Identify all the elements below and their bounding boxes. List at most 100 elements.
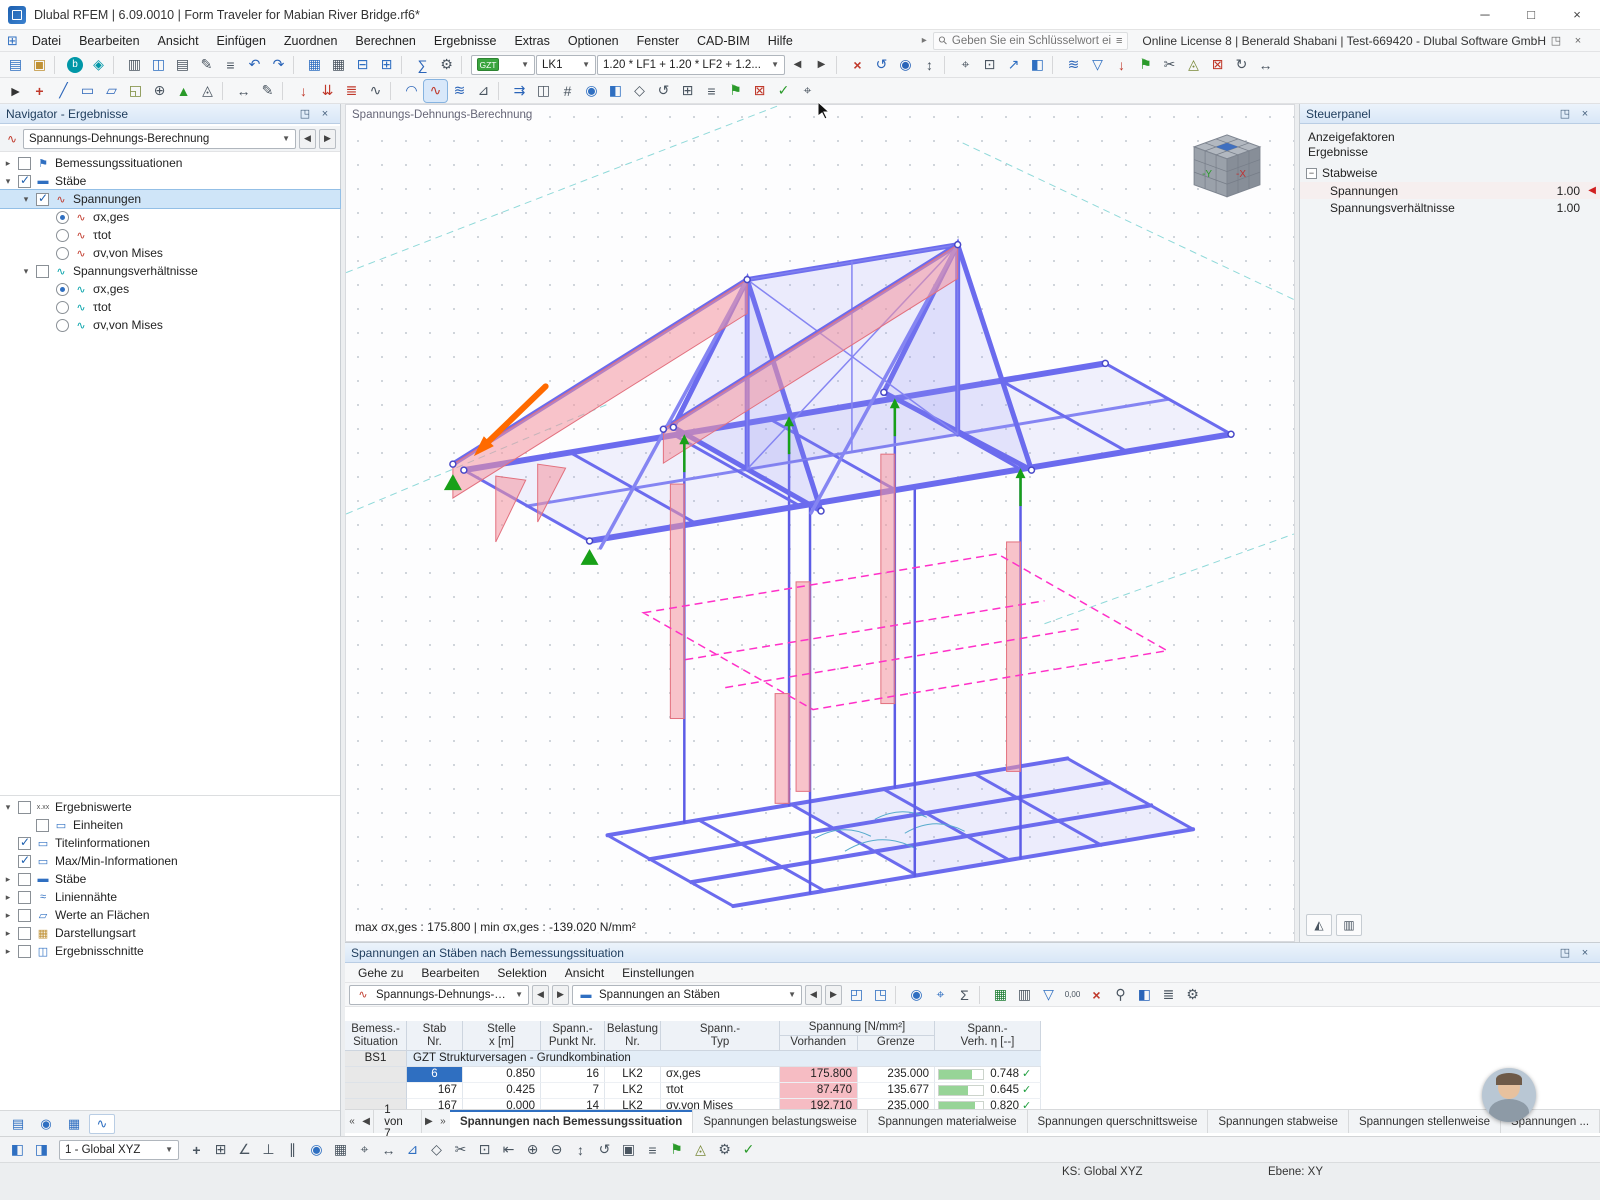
manage-windows-icon[interactable]: ⊟ <box>351 54 374 76</box>
snap-grid-icon[interactable]: ⊞ <box>209 1139 232 1161</box>
annotation-icon[interactable]: ✎ <box>256 80 279 102</box>
show-annotations-icon[interactable]: ⚑ <box>1134 54 1157 76</box>
table-menu-item[interactable]: Selektion <box>488 965 555 981</box>
navigator-tree-item[interactable]: ▸ ≈ Liniennähte <box>0 888 340 906</box>
bimcloud-icon[interactable]: b <box>67 57 83 73</box>
guide-objects-icon[interactable]: ⚑ <box>665 1139 688 1161</box>
navigator-tree-item[interactable]: ▭ Einheiten <box>0 816 340 834</box>
edit-icon[interactable]: ✎ <box>195 54 218 76</box>
navigator-tree-item[interactable]: ▸ ▦ Darstellungsart <box>0 924 340 942</box>
menu-item[interactable]: Datei <box>23 32 70 50</box>
mesh-icon[interactable]: ◬ <box>1182 54 1205 76</box>
table-category-combo[interactable]: ▬ Spannungen an Stäben ▼ <box>572 985 802 1005</box>
clipboard-icon[interactable]: ≡ <box>219 54 242 76</box>
insert-solid-icon[interactable]: ◱ <box>124 80 147 102</box>
grenze-cell[interactable]: 135.677 <box>858 1083 935 1099</box>
insert-surface-icon[interactable]: ▱ <box>100 80 123 102</box>
expander-icon[interactable]: ▾ <box>2 802 14 813</box>
insert-hinge-icon[interactable]: ◬ <box>196 80 219 102</box>
close-panel-icon[interactable]: × <box>1576 106 1594 122</box>
insert-opening-icon[interactable]: ⊕ <box>148 80 171 102</box>
panel-settings-icon[interactable]: ▥ <box>1336 914 1362 936</box>
table-tab[interactable]: Spannungen stellenweise <box>1349 1110 1501 1133</box>
stab-cell[interactable]: 167 <box>407 1083 463 1099</box>
pan-icon[interactable]: ↕ <box>569 1139 592 1161</box>
tables-icon[interactable]: ▦ <box>303 54 326 76</box>
insert-support-icon[interactable]: ▲ <box>172 80 195 102</box>
expander-icon[interactable]: ▸ <box>2 874 14 885</box>
new-window-icon[interactable]: ⊞ <box>375 54 398 76</box>
navigator-tree-item[interactable]: ▾ ▬ Stäbe <box>0 172 340 190</box>
navigator-tree-item[interactable]: ▸ ⚑ Bemessungssituationen <box>0 154 340 172</box>
find-in-model-icon[interactable]: ⌖ <box>929 984 952 1006</box>
close-document-icon[interactable]: × <box>1568 32 1588 50</box>
redo-icon[interactable]: ↷ <box>267 54 290 76</box>
tree-checkbox[interactable] <box>56 229 69 242</box>
work-plane-icon[interactable]: ⊿ <box>401 1139 424 1161</box>
navigator-tree-item[interactable]: ∿ σv,von Mises <box>0 316 340 334</box>
spannungstyp-cell[interactable]: σx,ges <box>661 1067 780 1083</box>
expander-icon[interactable]: ▸ <box>2 928 14 939</box>
rotate-model-icon[interactable]: ↺ <box>652 80 675 102</box>
navigator-tree-item[interactable]: ▾ ∿ Spannungen <box>0 190 340 208</box>
expander-icon[interactable]: ▸ <box>2 910 14 921</box>
table-menu-item[interactable]: Ansicht <box>556 965 613 981</box>
print-table-icon[interactable]: ▥ <box>1013 984 1036 1006</box>
guidelines-icon[interactable]: ↔ <box>377 1139 400 1161</box>
spannpunkt-cell[interactable]: 7 <box>541 1083 605 1099</box>
stelle-cell[interactable]: 0.425 <box>463 1083 541 1099</box>
tree-checkbox[interactable] <box>56 247 69 260</box>
verhaeltnis-cell[interactable]: 0.645 ✓ <box>935 1083 1041 1099</box>
design-situation-combo[interactable]: GZT ▼ <box>471 55 535 75</box>
spannpunkt-cell[interactable]: 16 <box>541 1067 605 1083</box>
grid-display-icon[interactable]: ▦ <box>329 1139 352 1161</box>
table-tab[interactable]: Spannungen belastungsweise <box>693 1110 867 1133</box>
table-menu-item[interactable]: Einstellungen <box>613 965 703 981</box>
navigator-tree-item[interactable]: ∿ τtot <box>0 226 340 244</box>
expander-icon[interactable]: ▾ <box>2 176 14 187</box>
minimize-button[interactable]: ─ <box>1462 0 1508 29</box>
search-input[interactable] <box>952 35 1111 47</box>
menu-item[interactable]: Bearbeiten <box>70 32 148 50</box>
tree-checkbox[interactable] <box>18 873 31 886</box>
calculate-all-icon[interactable]: ∑ <box>411 54 434 76</box>
insert-line-icon[interactable]: ╱ <box>52 80 75 102</box>
factor-value[interactable]: 1.00 <box>1538 201 1580 215</box>
deformation-results-icon[interactable]: ◠ <box>400 80 423 102</box>
next-loadcase-icon[interactable]: ▶ <box>810 54 833 76</box>
restore-document-icon[interactable]: ◳ <box>1546 32 1566 50</box>
next-result-button[interactable]: ▶ <box>319 129 336 149</box>
decimal-places-icon[interactable]: 0,00 <box>1061 984 1084 1006</box>
model-viewport[interactable]: -Y -X Spannungs-Dehnungs-Berechnung max … <box>345 104 1295 942</box>
table-undock-icon[interactable]: ◳ <box>869 984 892 1006</box>
expander-icon[interactable]: ▸ <box>2 892 14 903</box>
navigator-tree-item[interactable]: ▸ ◫ Ergebnisschnitte <box>0 942 340 960</box>
tree-checkbox[interactable] <box>36 193 49 206</box>
navigator-tree-item[interactable]: ∿ σv,von Mises <box>0 244 340 262</box>
expander-icon[interactable]: ▸ <box>2 158 14 169</box>
stress-results-icon[interactable]: ∿ <box>424 80 447 102</box>
status-ok-icon[interactable]: ✓ <box>737 1139 760 1161</box>
keyword-search[interactable]: ⚲ ≡ <box>933 32 1129 50</box>
expander-icon[interactable]: ▸ <box>2 946 14 957</box>
tree-checkbox[interactable] <box>18 157 31 170</box>
tree-checkbox[interactable] <box>36 819 49 832</box>
belastung-cell[interactable]: LK2 <box>605 1067 661 1083</box>
table-menu-item[interactable]: Bearbeiten <box>412 965 488 981</box>
center-view-icon[interactable]: ⌖ <box>954 54 977 76</box>
stabweise-group[interactable]: − Stabweise <box>1300 162 1600 182</box>
snap-points-icon[interactable]: + <box>185 1139 208 1161</box>
visibility-icon[interactable]: ◧ <box>604 80 627 102</box>
close-panel-icon[interactable]: × <box>316 106 334 122</box>
vorhanden-cell[interactable]: 87.470 <box>780 1083 858 1099</box>
contour-results-icon[interactable]: ≋ <box>448 80 471 102</box>
export-spreadsheet-icon[interactable]: ▦ <box>989 984 1012 1006</box>
display-factor-row[interactable]: Spannungsverhältnisse 1.00 <box>1300 199 1600 216</box>
factor-value[interactable]: 1.00 <box>1538 184 1580 198</box>
section-icon[interactable]: ✂ <box>1158 54 1181 76</box>
tree-checkbox[interactable] <box>36 265 49 278</box>
next-page-button[interactable]: ▶ <box>422 1116 436 1127</box>
display-factor-row[interactable]: Spannungen 1.00 ◀ <box>1300 182 1600 199</box>
crosshair-icon[interactable]: ⌖ <box>353 1139 376 1161</box>
search-options-icon[interactable]: ≡ <box>1116 35 1122 47</box>
